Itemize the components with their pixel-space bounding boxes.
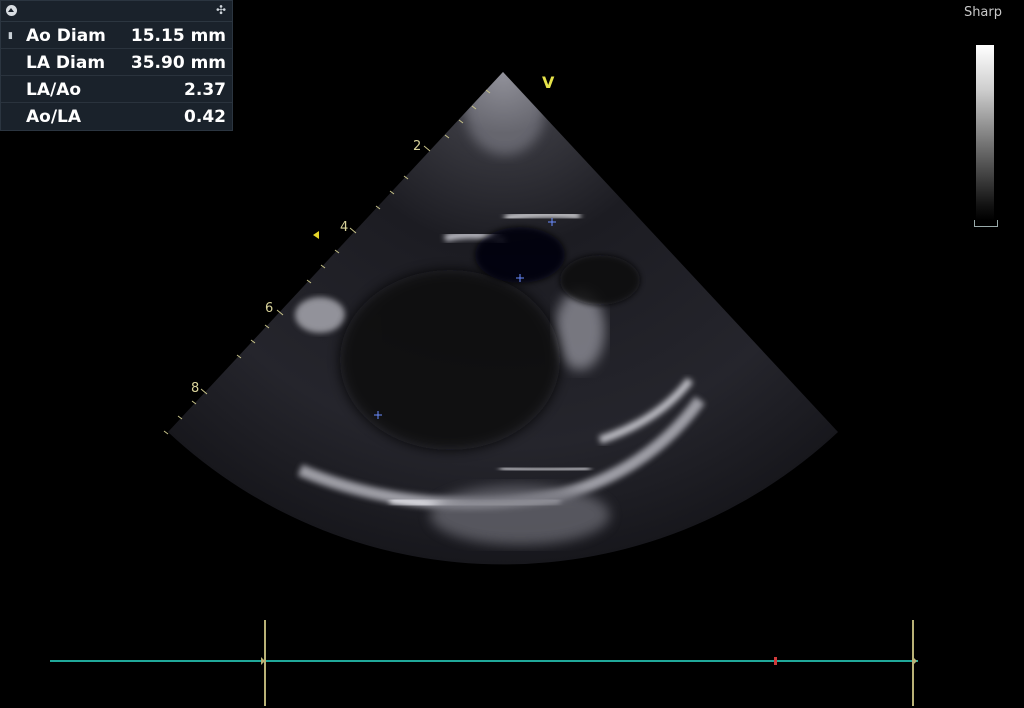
measurement-panel: ✣ ▮ Ao Diam 15.15 mm LA Diam 35.90 mm LA… xyxy=(0,0,233,131)
image-mode-label: Sharp xyxy=(963,5,1002,20)
measurement-panel-header[interactable]: ✣ xyxy=(1,1,232,22)
measurement-label: Ao Diam xyxy=(26,26,106,46)
measurement-value: 0.42 xyxy=(184,107,226,127)
depth-label-6: 6 xyxy=(265,301,274,316)
depth-label-4: 4 xyxy=(340,220,349,235)
measurement-row[interactable]: Ao/LA 0.42 xyxy=(1,103,232,130)
measurement-row[interactable]: LA/Ao 2.37 xyxy=(1,76,232,103)
posterior-tissue xyxy=(430,485,610,545)
near-field-echo xyxy=(465,72,545,155)
measurement-label: LA Diam xyxy=(26,53,106,73)
depth-label-8: 8 xyxy=(191,381,200,396)
grayscale-bracket xyxy=(974,220,998,227)
measurement-value: 15.15 mm xyxy=(130,26,226,46)
measurement-label: Ao/LA xyxy=(26,107,82,127)
depth-label-2: 2 xyxy=(413,139,422,154)
left-ventricle-cavity xyxy=(340,270,560,450)
cine-timeline[interactable] xyxy=(50,660,918,662)
aortic-root-wall xyxy=(504,211,581,221)
measurement-label: LA/Ao xyxy=(26,80,82,100)
move-icon[interactable]: ✣ xyxy=(216,3,226,17)
start-arrow-icon xyxy=(261,657,265,665)
anterior-tissue xyxy=(295,297,345,333)
measurement-value: 35.90 mm xyxy=(130,53,226,73)
mid-wall-echo xyxy=(499,465,591,473)
measurement-row[interactable]: LA Diam 35.90 mm xyxy=(1,49,232,76)
left-atrium-cavity xyxy=(560,255,640,305)
measurement-value: 2.37 xyxy=(184,80,226,100)
collapse-icon[interactable] xyxy=(6,5,17,16)
measurement-marker-icon: ▮ xyxy=(8,31,13,41)
end-arrow-icon xyxy=(913,657,917,665)
grayscale-bar xyxy=(976,45,994,220)
measurement-row[interactable]: ▮ Ao Diam 15.15 mm xyxy=(1,22,232,49)
focus-marker-icon[interactable] xyxy=(313,231,319,239)
current-frame-marker[interactable] xyxy=(774,657,777,665)
orientation-marker: V xyxy=(542,73,555,92)
